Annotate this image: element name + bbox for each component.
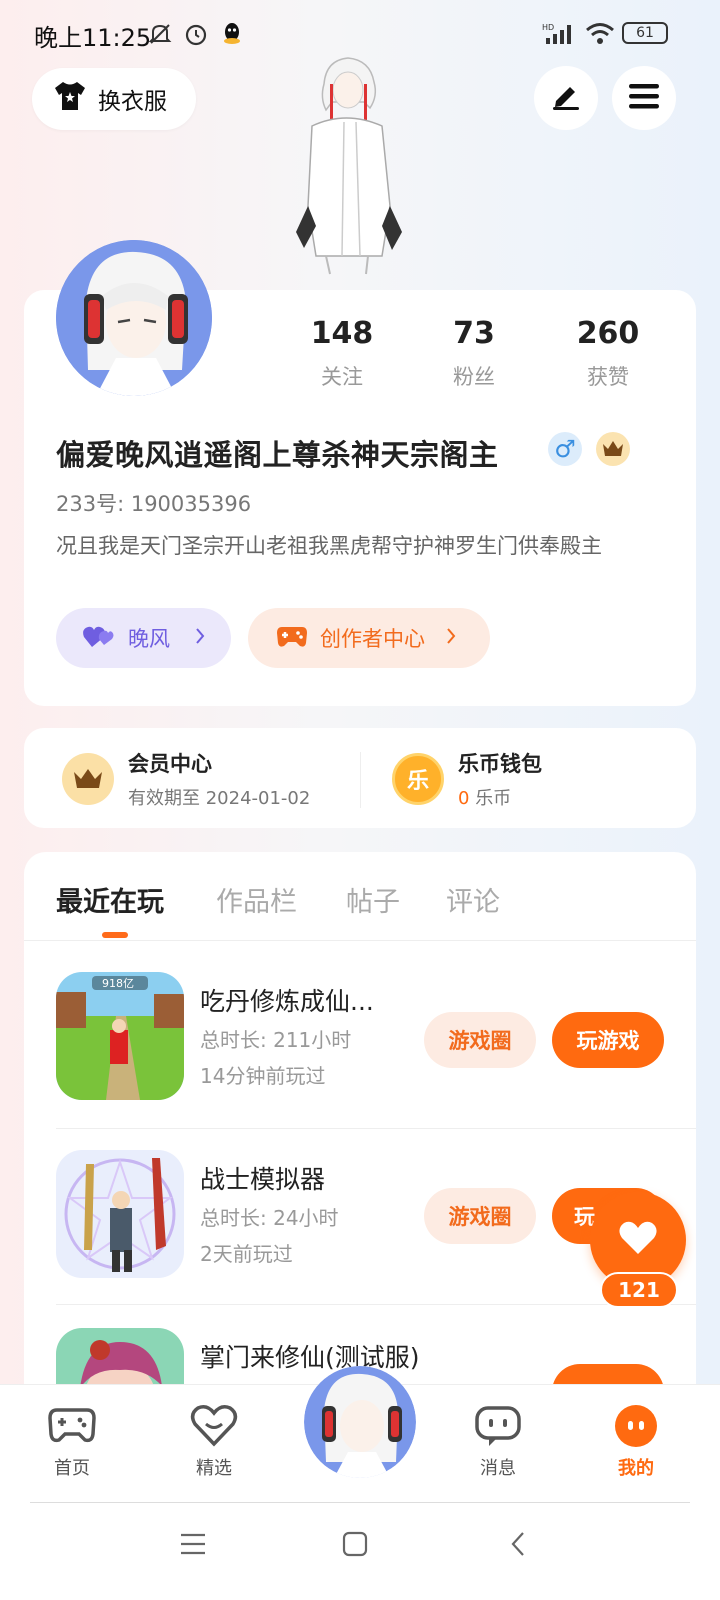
status-time: 晚上11:25	[34, 24, 152, 52]
game-name: 吃丹修炼成仙...	[200, 987, 374, 1016]
nav-me-label: 我的	[618, 1458, 654, 1479]
chevron-right-icon	[194, 626, 206, 650]
membership-divider	[360, 752, 361, 808]
nav-home[interactable]: 首页	[32, 1404, 112, 1480]
vip-center-title: 会员中心	[128, 752, 212, 776]
game-name: 战士模拟器	[200, 1165, 326, 1194]
tab-works[interactable]: 作品栏	[216, 880, 297, 919]
nav-avatar[interactable]	[304, 1366, 416, 1478]
pencil-icon	[550, 81, 582, 115]
avatar-character-figure[interactable]	[286, 56, 412, 276]
game-thumbnail[interactable]: 918亿	[56, 972, 184, 1100]
following-stat[interactable]: 148 关注	[282, 316, 402, 391]
qq-icon	[218, 20, 246, 48]
nav-featured-label: 精选	[196, 1458, 232, 1479]
svg-text:HD: HD	[542, 23, 554, 32]
nav-messages[interactable]: 消息	[458, 1404, 538, 1480]
menu-button[interactable]	[612, 66, 676, 130]
fan-group-label: 晚风	[128, 627, 170, 651]
wallet-entry[interactable]: 乐 乐币钱包 0 乐币	[392, 740, 682, 818]
list-divider	[56, 1128, 696, 1129]
wallet-title: 乐币钱包	[458, 752, 542, 776]
vip-center-entry[interactable]: 会员中心 有效期至 2024-01-02	[62, 740, 352, 818]
chevron-right-icon	[445, 626, 457, 650]
crown-badge-icon[interactable]	[596, 432, 630, 466]
fan-group-chip[interactable]: 晚风	[56, 608, 231, 668]
hamburger-icon	[629, 83, 659, 113]
likes-stat[interactable]: 260 获赞	[548, 316, 668, 391]
avatar[interactable]	[56, 240, 212, 396]
tab-posts[interactable]: 帖子	[346, 880, 400, 919]
game-thumbnail[interactable]	[56, 1150, 184, 1278]
like-count-badge: 121	[600, 1272, 678, 1308]
male-gender-badge: ♂	[548, 432, 582, 466]
system-nav-bar	[0, 1503, 720, 1600]
followers-label: 粉丝	[453, 365, 495, 389]
following-label: 关注	[321, 365, 363, 389]
nav-home-label: 首页	[54, 1458, 90, 1479]
smile-icon	[611, 1405, 661, 1452]
following-count: 148	[310, 316, 374, 351]
game-last-played: 2天前玩过	[200, 1242, 293, 1266]
wallet-amount: 0	[458, 788, 470, 809]
edit-profile-button[interactable]	[534, 66, 598, 130]
tab-indicator	[102, 932, 128, 938]
game-last-played: 14分钟前玩过	[200, 1064, 326, 1088]
play-game-button[interactable]: 玩游戏	[552, 1012, 664, 1068]
heart-outline-icon	[189, 1405, 239, 1452]
battery-icon: 61	[622, 22, 668, 44]
followers-count: 73	[453, 316, 495, 351]
wifi-icon	[584, 20, 616, 48]
change-outfit-button[interactable]: 换衣服	[32, 68, 196, 130]
gamepad-plus-icon	[276, 623, 308, 654]
user-id: 233号: 190035396	[56, 492, 252, 516]
recents-icon[interactable]	[180, 1533, 206, 1559]
nav-featured[interactable]: 精选	[174, 1404, 254, 1480]
heart-icon	[618, 1220, 658, 1260]
nav-messages-label: 消息	[480, 1458, 516, 1479]
creator-center-label: 创作者中心	[320, 627, 425, 651]
game-circle-button[interactable]: 游戏圈	[424, 1012, 536, 1068]
game-duration: 总时长: 211小时	[200, 1028, 352, 1052]
mute-icon	[146, 20, 174, 48]
game-name: 掌门来修仙(测试服)	[200, 1343, 420, 1372]
likes-label: 获赞	[587, 365, 629, 389]
signal-icon: HD	[542, 20, 578, 48]
list-divider	[56, 1304, 696, 1305]
followers-stat[interactable]: 73 粉丝	[414, 316, 534, 391]
alarm-icon	[182, 20, 210, 48]
user-bio: 况且我是天门圣宗开山老祖我黑虎帮守护神罗生门供奉殿主	[56, 534, 602, 558]
tab-comments[interactable]: 评论	[446, 880, 500, 919]
nickname: 偏爱晚风逍遥阁上尊杀神天宗阁主	[56, 438, 499, 472]
vip-expiry: 有效期至 2024-01-02	[128, 788, 311, 809]
wallet-unit: 乐币	[475, 788, 512, 809]
crown-icon	[62, 753, 114, 805]
chat-bubble-icon	[473, 1406, 523, 1452]
le-coin-icon: 乐	[392, 753, 444, 805]
home-icon[interactable]	[342, 1531, 368, 1561]
game-thumb-score: 918亿	[102, 977, 134, 990]
change-outfit-label: 换衣服	[98, 89, 167, 115]
gamepad-icon	[47, 1408, 97, 1452]
tshirt-icon	[52, 80, 88, 118]
likes-count: 260	[576, 316, 640, 351]
creator-center-chip[interactable]: 创作者中心	[248, 608, 490, 668]
game-duration: 总时长: 24小时	[200, 1206, 339, 1230]
back-icon[interactable]	[510, 1531, 526, 1561]
double-heart-icon	[82, 623, 114, 654]
tab-divider	[24, 940, 696, 941]
tab-recent-played[interactable]: 最近在玩	[56, 880, 164, 919]
nav-me[interactable]: 我的	[596, 1404, 676, 1480]
game-circle-button[interactable]: 游戏圈	[424, 1188, 536, 1244]
